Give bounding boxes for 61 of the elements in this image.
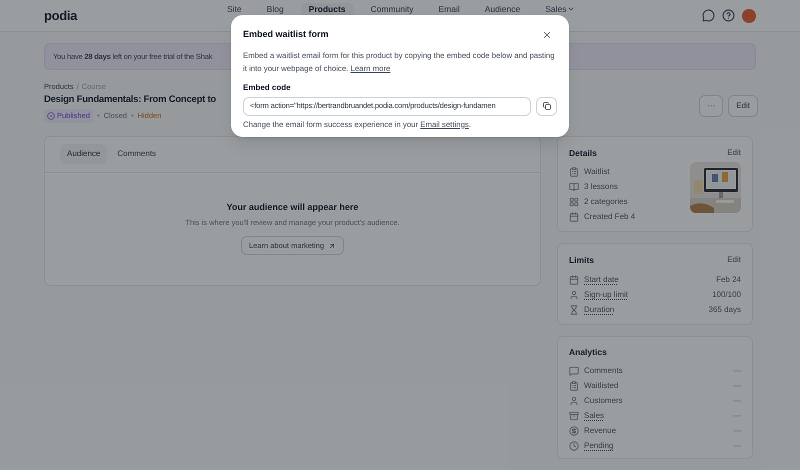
field-label: Embed code bbox=[243, 82, 292, 94]
detail-icon bbox=[569, 182, 579, 192]
card-title: Details bbox=[569, 146, 597, 160]
help-icon[interactable] bbox=[722, 9, 735, 22]
limit-label[interactable]: Sign-up limit bbox=[584, 288, 628, 301]
edit-link[interactable]: Edit bbox=[727, 146, 741, 159]
analytics-value: — bbox=[733, 424, 741, 437]
nav-item[interactable]: Audience bbox=[476, 3, 528, 22]
detail-icon bbox=[569, 212, 579, 222]
external-link-icon bbox=[328, 242, 336, 250]
analytics-value: — bbox=[733, 394, 741, 407]
analytics-value: — bbox=[733, 410, 741, 422]
analytics-label: Revenue bbox=[584, 424, 616, 437]
detail-icon bbox=[569, 166, 579, 177]
analytics-icon bbox=[569, 396, 579, 406]
limit-label[interactable]: Duration bbox=[584, 304, 614, 316]
limit-value: Feb 24 bbox=[716, 274, 741, 286]
dialog-title: Embed waitlist form bbox=[243, 28, 329, 41]
more-button[interactable]: ··· bbox=[699, 94, 724, 116]
detail-text: Waitlist bbox=[584, 166, 610, 178]
analytics-label[interactable]: Sales bbox=[584, 410, 604, 422]
limit-icon bbox=[569, 274, 579, 285]
product-title: Design Fundamentals: From Concept to bbox=[44, 93, 216, 108]
detail-text: 3 lessons bbox=[584, 180, 618, 193]
detail-icon bbox=[569, 196, 579, 207]
tab[interactable]: Comments bbox=[110, 144, 164, 164]
limit-value: 365 days bbox=[708, 304, 741, 316]
chat-icon[interactable] bbox=[702, 9, 715, 22]
limit-label[interactable]: Start date bbox=[584, 274, 619, 286]
limit-value: 100/100 bbox=[712, 288, 741, 301]
analytics-icon bbox=[569, 426, 579, 436]
copy-icon bbox=[542, 102, 550, 110]
analytics-icon bbox=[569, 380, 579, 391]
analytics-label[interactable]: Pending bbox=[584, 440, 614, 452]
analytics-icon bbox=[569, 410, 579, 421]
nav-item[interactable]: Site bbox=[219, 3, 250, 22]
nav-item[interactable]: Community bbox=[362, 3, 422, 22]
limit-icon bbox=[569, 304, 579, 315]
card-title: Limits bbox=[569, 254, 594, 266]
edit-link[interactable]: Edit bbox=[727, 254, 741, 266]
nav-item[interactable]: Blog bbox=[258, 3, 292, 22]
analytics-value: — bbox=[733, 364, 741, 377]
analytics-icon bbox=[569, 366, 579, 376]
analytics-label: Customers bbox=[584, 394, 623, 407]
limit-icon bbox=[569, 290, 579, 300]
analytics-label: Comments bbox=[584, 364, 623, 377]
logo[interactable]: podia bbox=[44, 6, 219, 26]
avatar[interactable] bbox=[742, 8, 756, 22]
analytics-label: Waitlisted bbox=[584, 380, 618, 392]
tab[interactable]: Audience bbox=[60, 144, 108, 164]
analytics-icon bbox=[569, 440, 579, 451]
edit-button[interactable]: Edit bbox=[728, 94, 758, 116]
close-icon[interactable] bbox=[542, 30, 552, 40]
analytics-value: — bbox=[733, 380, 741, 392]
analytics-value: — bbox=[733, 440, 741, 452]
card-title: Analytics bbox=[569, 346, 608, 358]
copy-button[interactable] bbox=[536, 96, 557, 116]
nav-item[interactable]: Email bbox=[430, 3, 468, 22]
empty-state-title: Your audience will appear here bbox=[226, 200, 358, 214]
detail-text: Created Feb 4 bbox=[584, 210, 636, 223]
detail-text: 2 categories bbox=[584, 196, 628, 208]
